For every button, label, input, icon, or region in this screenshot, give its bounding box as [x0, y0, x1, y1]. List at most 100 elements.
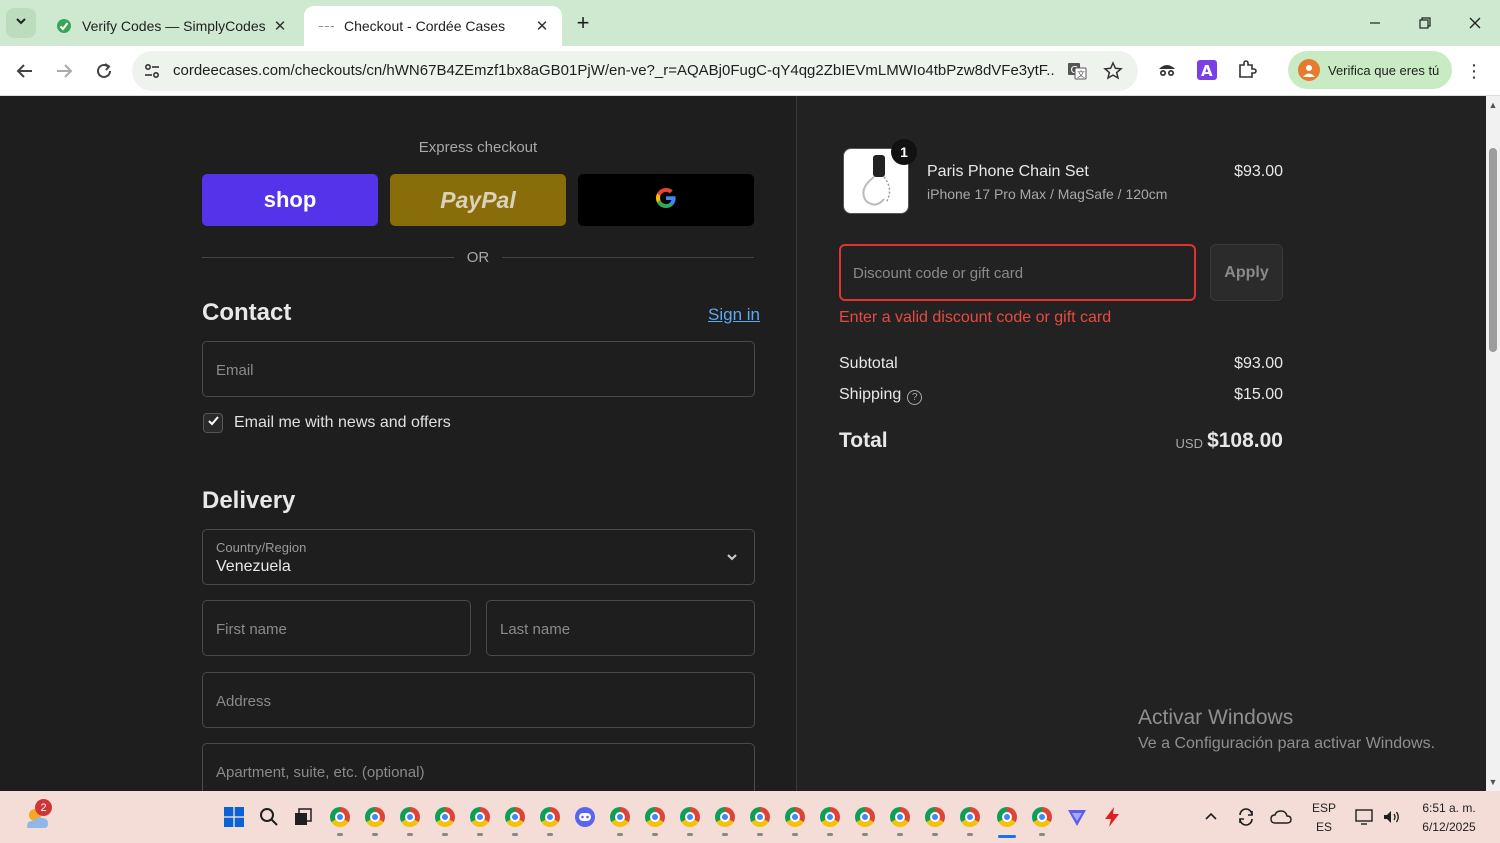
language-bottom[interactable]: ES [1306, 820, 1342, 834]
product-price: $93.00 [1234, 163, 1283, 180]
font-extension-icon[interactable]: A [1195, 58, 1219, 82]
spy-extension-icon[interactable] [1155, 58, 1179, 82]
scroll-up-arrow-icon[interactable]: ▲ [1488, 100, 1498, 110]
chrome-taskbar-icon[interactable] [887, 804, 913, 836]
cordee-icon: ~~~ [318, 18, 334, 34]
newsletter-checkbox[interactable] [203, 413, 223, 433]
chrome-taskbar-icon[interactable] [362, 804, 388, 836]
apply-discount-button[interactable]: Apply [1210, 244, 1283, 301]
bookmark-star-icon[interactable] [1102, 60, 1124, 82]
chrome-taskbar-icon[interactable] [642, 804, 668, 836]
sign-in-link[interactable]: Sign in [708, 305, 760, 325]
chrome-taskbar-icon[interactable] [922, 804, 948, 836]
task-view-icon[interactable] [290, 804, 316, 830]
sync-icon[interactable] [1233, 804, 1259, 830]
apartment-field[interactable]: Apartment, suite, etc. (optional) [202, 743, 755, 791]
search-icon[interactable] [256, 804, 282, 830]
reload-button[interactable] [88, 55, 120, 87]
site-settings-icon[interactable] [142, 61, 162, 81]
profile-verify-button[interactable]: Verifica que eres tú [1288, 51, 1452, 89]
first-name-field[interactable]: First name [202, 600, 471, 656]
close-window-button[interactable] [1450, 0, 1500, 46]
subtotal-value: $93.00 [1234, 355, 1283, 372]
chrome-taskbar-icon[interactable] [712, 804, 738, 836]
new-tab-button[interactable]: + [570, 10, 596, 36]
discount-code-input[interactable]: Discount code or gift card [839, 244, 1196, 301]
chrome-taskbar-icon[interactable] [607, 804, 633, 836]
windows-start-icon[interactable] [221, 804, 247, 830]
country-label: Country/Region [216, 540, 307, 555]
shipping-row-label: Shipping? [839, 386, 923, 405]
chrome-taskbar-icon[interactable] [537, 804, 563, 836]
shop-pay-button[interactable]: shop [202, 174, 378, 226]
subtotal-label: Subtotal [839, 355, 898, 372]
chrome-taskbar-icon[interactable] [502, 804, 528, 836]
checkmark-icon [207, 414, 220, 432]
translate-icon[interactable]: G文 [1066, 60, 1088, 82]
language-top[interactable]: ESP [1306, 801, 1342, 815]
product-name: Paris Phone Chain Set [927, 163, 1089, 180]
forward-button[interactable] [48, 55, 80, 87]
divider [502, 257, 754, 258]
close-tab-icon[interactable]: ✕ [270, 16, 290, 36]
chrome-taskbar-icon[interactable] [747, 804, 773, 836]
shipping-label: Shipping [839, 386, 902, 403]
address-placeholder: Address [216, 693, 272, 710]
chrome-taskbar-icon[interactable] [817, 804, 843, 836]
chrome-taskbar-icon[interactable] [1029, 804, 1055, 836]
chrome-taskbar-icon[interactable] [782, 804, 808, 836]
address-field[interactable]: Address [202, 672, 755, 728]
clock-time[interactable]: 6:51 a. m. [1410, 801, 1488, 815]
apartment-placeholder: Apartment, suite, etc. (optional) [216, 764, 425, 781]
tab-simplycodes[interactable]: Verify Codes — SimplyCodes ✕ [42, 6, 300, 46]
svg-text:~~~: ~~~ [318, 23, 334, 30]
shop-pay-label: shop [263, 187, 317, 212]
windows-taskbar: 2 ESP ES 6:51 a. m. 6/12/2025 [0, 791, 1500, 843]
clock-date[interactable]: 6/12/2025 [1410, 820, 1488, 834]
chrome-taskbar-icon[interactable] [677, 804, 703, 836]
last-name-field[interactable]: Last name [486, 600, 755, 656]
svg-text:文: 文 [1077, 69, 1085, 79]
country-value: Venezuela [216, 558, 291, 575]
onedrive-cloud-icon[interactable] [1268, 804, 1294, 830]
scroll-down-arrow-icon[interactable]: ▼ [1488, 777, 1498, 787]
network-icon[interactable] [1352, 804, 1378, 830]
chrome-taskbar-icon[interactable] [432, 804, 458, 836]
paypal-button[interactable]: PayPal [390, 174, 566, 226]
email-placeholder: Email [216, 362, 254, 379]
newsletter-label: Email me with news and offers [234, 414, 451, 431]
tab-checkout[interactable]: ~~~ Checkout - Cordée Cases ✕ [304, 6, 562, 46]
tab-search-button[interactable] [6, 8, 36, 38]
chrome-taskbar-icon[interactable] [957, 804, 983, 836]
email-field[interactable]: Email [202, 341, 755, 397]
express-checkout-label: Express checkout [418, 139, 538, 156]
question-circle-icon[interactable]: ? [907, 390, 923, 405]
minimize-button[interactable] [1350, 0, 1400, 46]
delivery-heading: Delivery [202, 487, 296, 514]
close-tab-icon[interactable]: ✕ [532, 16, 552, 36]
address-bar[interactable]: cordeecases.com/checkouts/cn/hWN67B4ZEmz… [132, 51, 1138, 91]
chrome-taskbar-icon[interactable] [852, 804, 878, 836]
lightning-app-icon[interactable] [1099, 804, 1125, 830]
chrome-taskbar-icon[interactable] [327, 804, 353, 836]
tab-title: Checkout - Cordée Cases [344, 18, 506, 34]
discord-icon[interactable] [572, 804, 598, 830]
page-scrollbar[interactable]: ▲ ▼ [1486, 96, 1500, 791]
country-select[interactable]: Country/Region Venezuela [202, 529, 755, 585]
scrollbar-thumb[interactable] [1489, 148, 1497, 352]
first-name-placeholder: First name [216, 621, 287, 638]
chrome-taskbar-icon[interactable] [467, 804, 493, 836]
google-pay-button[interactable] [578, 174, 754, 226]
activate-windows-subtitle: Ve a Configuración para activar Windows. [1138, 735, 1436, 752]
volume-icon[interactable] [1379, 804, 1405, 830]
chrome-taskbar-icon[interactable] [397, 804, 423, 836]
product-variant: iPhone 17 Pro Max / MagSafe / 120cm [927, 186, 1168, 202]
chevron-up-icon[interactable] [1198, 804, 1224, 830]
extensions-puzzle-icon[interactable] [1235, 58, 1259, 82]
discount-error-message: Enter a valid discount code or gift card [839, 309, 1112, 326]
back-button[interactable] [9, 55, 41, 87]
browser-menu-icon[interactable]: ⋮ [1462, 59, 1486, 83]
vpn-app-icon[interactable] [1064, 804, 1090, 830]
restore-button[interactable] [1400, 0, 1450, 46]
chrome-taskbar-icon-active[interactable] [994, 804, 1020, 838]
